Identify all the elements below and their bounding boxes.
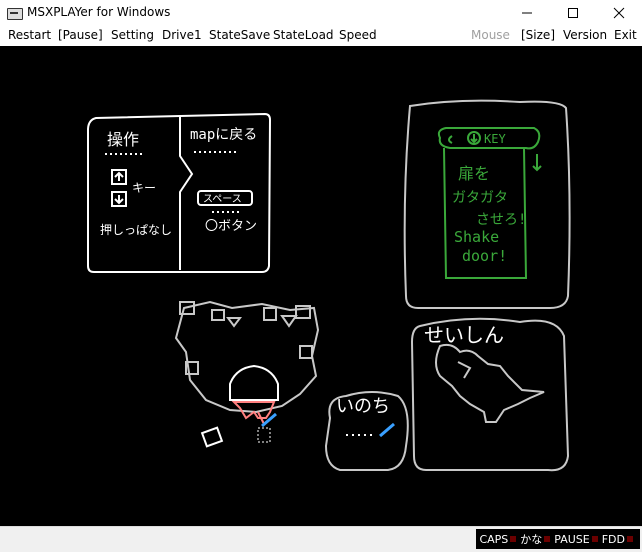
menu-pause[interactable]: [Pause] (58, 28, 103, 42)
dropped-item (200, 426, 224, 448)
maximize-button[interactable] (550, 0, 596, 26)
door-arch (229, 364, 279, 401)
menu-version[interactable]: Version (563, 28, 607, 42)
caps-led-icon (510, 536, 517, 542)
scroll-curl-icon (448, 135, 453, 144)
window-title: MSXPLAYer for Windows (27, 5, 171, 19)
key-text-line-4: Shake (454, 228, 499, 246)
key-text-line-3: させろ! (476, 212, 526, 228)
status-bar: CAPS かな PAUSE FDD (0, 526, 642, 552)
game-canvas: 操作 キー 押しっぱなし mapに戻る スペース 〇ボタン KEY 扉を ガタガ… (87, 99, 571, 472)
map-label: mapに戻る (190, 127, 257, 143)
menu-statesave[interactable]: StateSave (209, 28, 270, 42)
spirit-figure-detail (457, 361, 472, 379)
caps-indicator: CAPS (479, 533, 517, 546)
chain-link-3 (263, 307, 277, 321)
kana-indicator: かな (520, 531, 551, 547)
button-label: 〇ボタン (205, 219, 257, 234)
door (200, 364, 279, 448)
key-label: KEY (484, 132, 506, 146)
minimize-icon (522, 12, 532, 14)
chain-link-5 (299, 345, 313, 359)
app-icon (7, 8, 23, 20)
space-label: スペース (203, 194, 242, 205)
spirit-figure (435, 343, 545, 423)
scroll-down-arrow-icon (532, 154, 542, 172)
menu-exit[interactable]: Exit (614, 28, 637, 42)
key-text-line-1: 扉を (458, 164, 490, 183)
menu-size[interactable]: [Size] (521, 28, 555, 42)
emulator-screen[interactable]: 操作 キー 押しっぱなし mapに戻る スペース 〇ボタン KEY 扉を ガタガ… (0, 46, 642, 526)
cursor-marker (257, 427, 271, 443)
menu-stateload[interactable]: StateLoad (273, 28, 334, 42)
menu-restart[interactable]: Restart (8, 28, 51, 42)
down-arrow-icon (114, 195, 124, 205)
chained-door (174, 300, 320, 414)
down-arrow-icon-green (470, 134, 478, 144)
sword-icon (261, 412, 277, 428)
key-text-line-5: door! (462, 247, 507, 265)
key-text-line-2: ガタガタ (452, 190, 508, 206)
minimize-button[interactable] (504, 0, 550, 26)
chain-triangle-2 (226, 317, 242, 328)
life-sword-icon (379, 422, 395, 438)
menu-drive1[interactable]: Drive1 (162, 28, 202, 42)
pause-indicator: PAUSE (554, 533, 598, 546)
menu-speed[interactable]: Speed (339, 28, 377, 42)
fdd-indicator: FDD (602, 533, 633, 546)
controls-title: 操作 (107, 130, 139, 149)
indicator-panel: CAPS かな PAUSE FDD (476, 529, 640, 549)
maximize-icon (568, 8, 578, 18)
menu-bar: Restart [Pause] Setting Drive1 StateSave… (0, 26, 642, 46)
up-arrow-icon (114, 171, 124, 181)
hold-label: 押しっぱなし (100, 223, 172, 237)
chain-triangle-1 (280, 315, 298, 328)
life-label: いのち (336, 396, 390, 417)
close-button[interactable] (596, 0, 642, 26)
menu-setting[interactable]: Setting (111, 28, 154, 42)
pause-led-icon (591, 536, 598, 542)
keys-label: キー (132, 181, 156, 195)
title-bar: MSXPLAYer for Windows (0, 0, 642, 26)
menu-mouse[interactable]: Mouse (471, 28, 510, 42)
chain-link-2 (211, 309, 225, 321)
spirit-label: せいしん (424, 323, 504, 347)
kana-led-icon (544, 536, 551, 542)
close-icon (613, 7, 625, 19)
fdd-led-icon (627, 536, 633, 542)
